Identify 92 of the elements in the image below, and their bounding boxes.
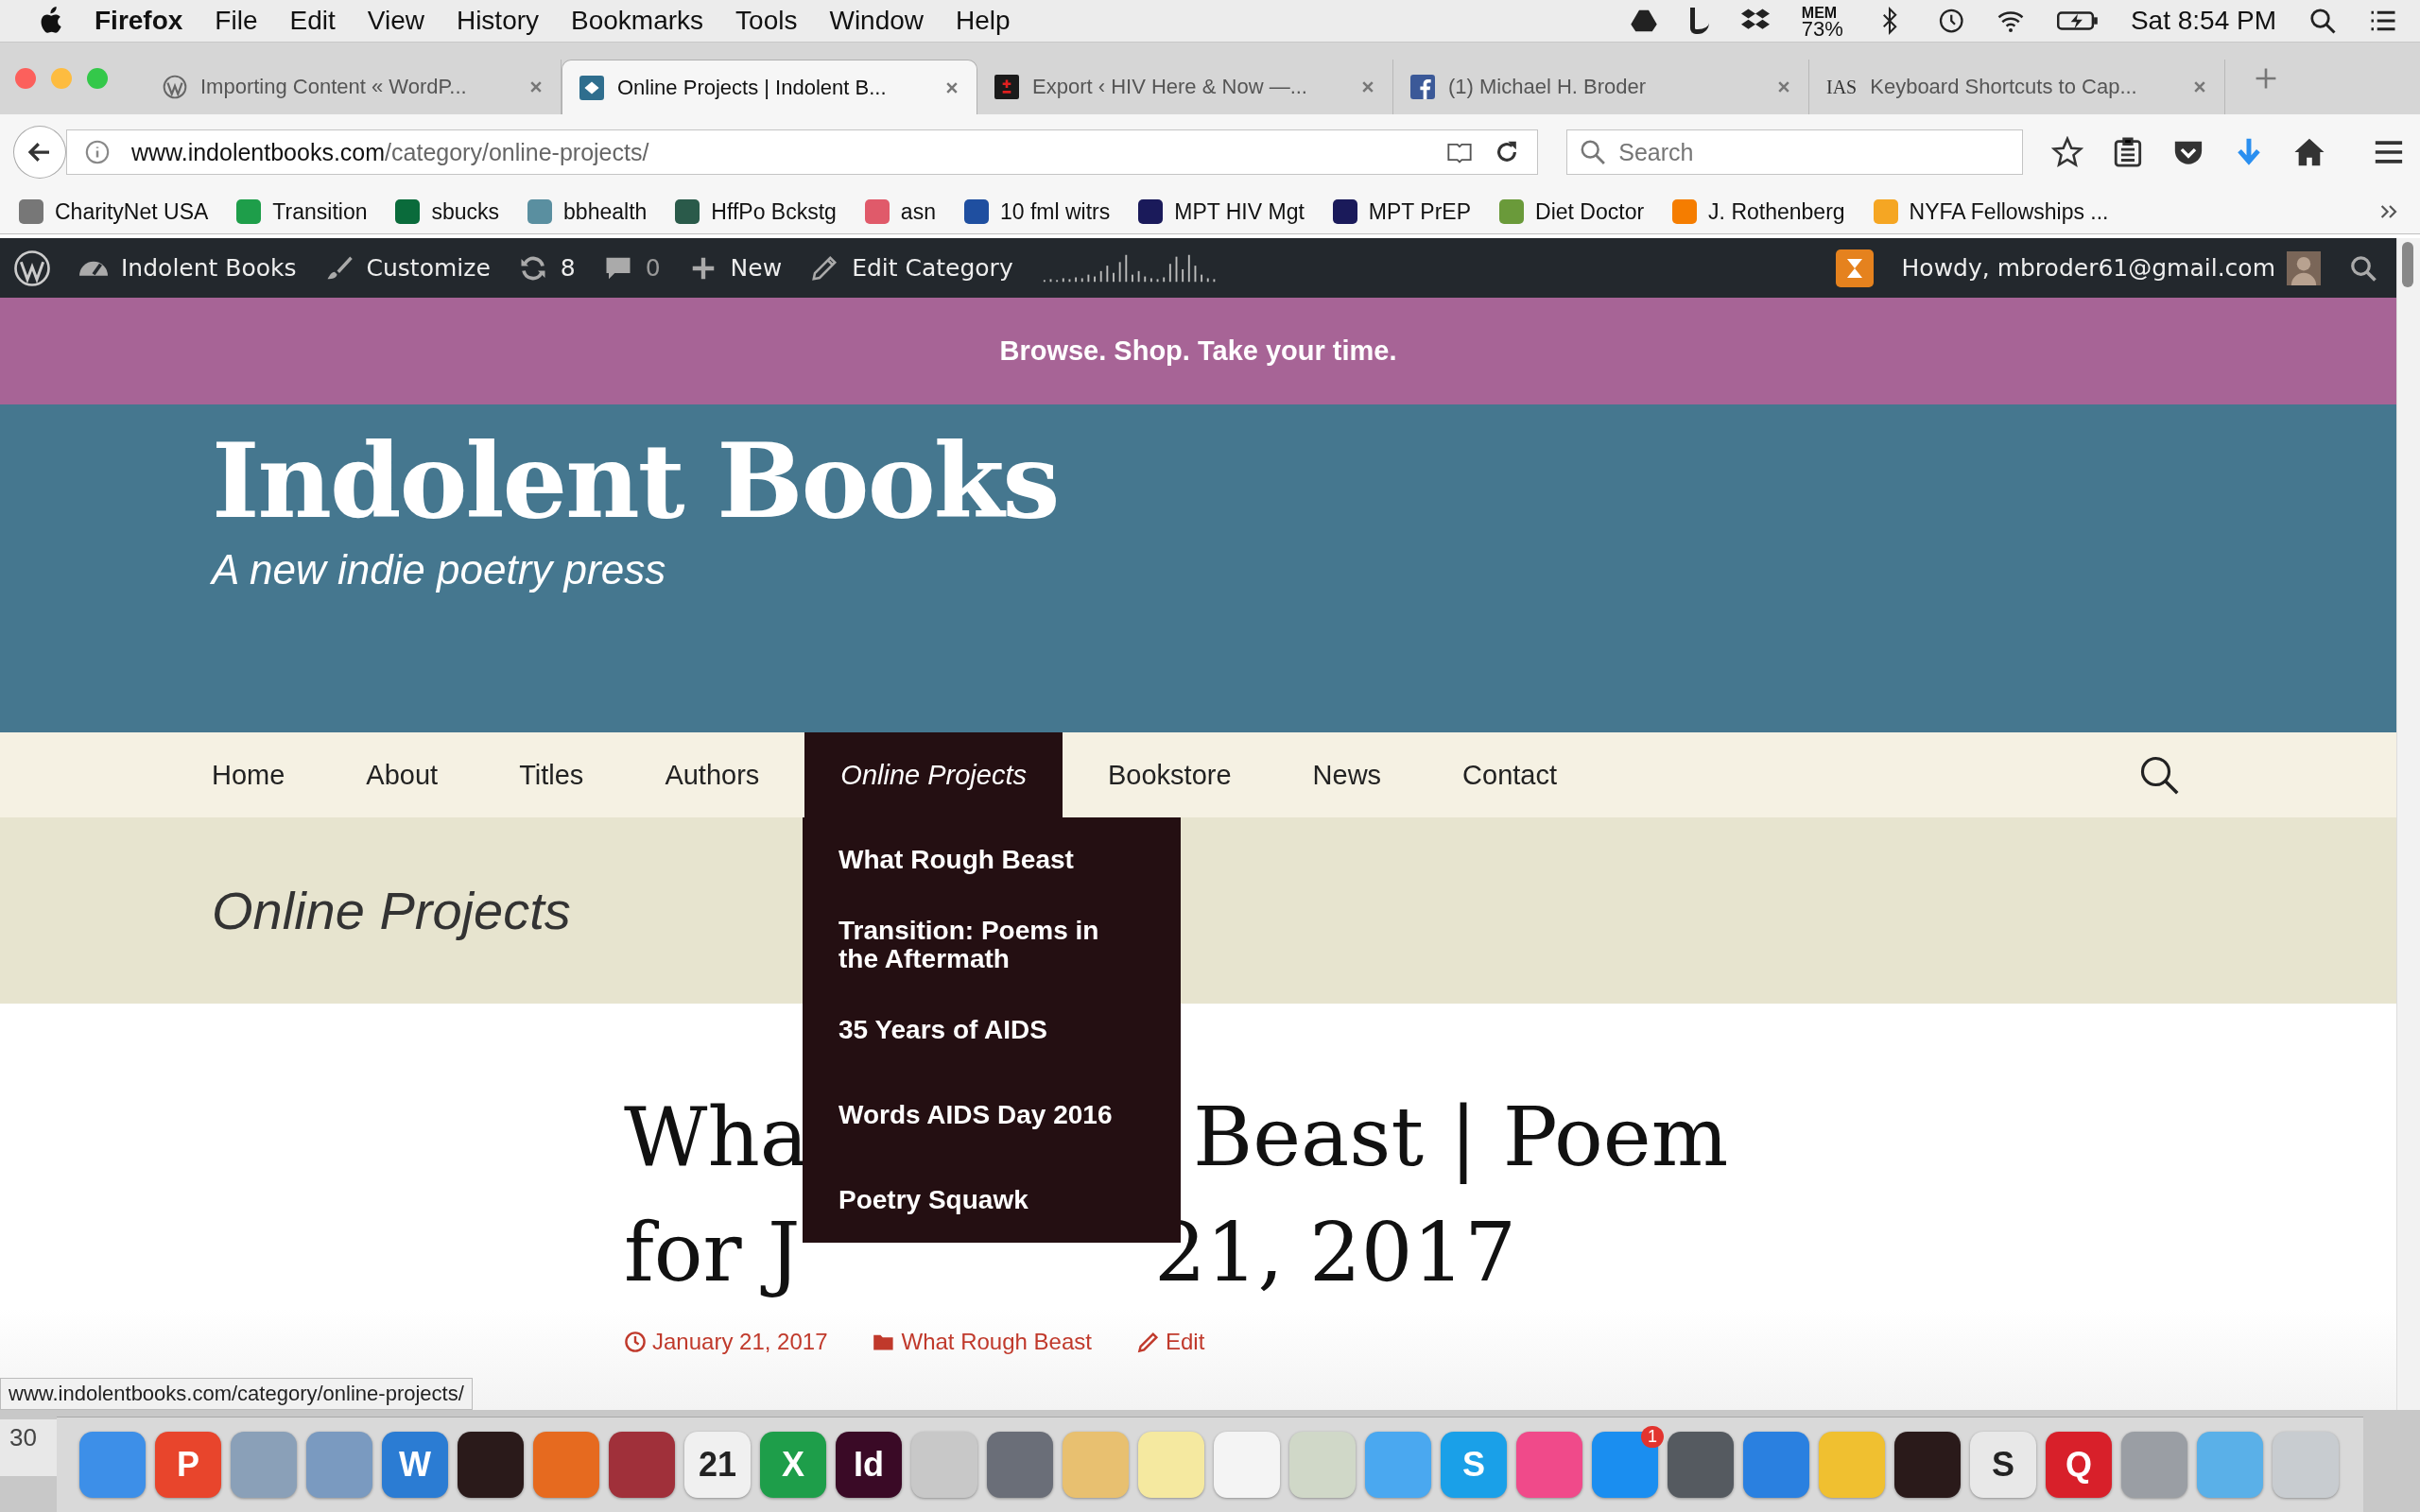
nav-item[interactable]: Contact	[1462, 732, 1594, 817]
menu-item[interactable]: Edit	[289, 6, 336, 36]
close-window-button[interactable]	[15, 68, 36, 89]
hourglass-icon[interactable]	[1835, 249, 1874, 287]
bookmark-item[interactable]: HffPo Bckstg	[675, 198, 837, 225]
pencil-icon	[1136, 1331, 1160, 1353]
nav-item[interactable]: Online Projects	[804, 732, 1063, 817]
pencil-icon	[810, 253, 839, 283]
bookmark-item[interactable]: CharityNet USA	[19, 198, 209, 225]
app-icon[interactable]	[458, 1432, 524, 1498]
tab-favicon: IAS	[1826, 76, 1858, 98]
wordpress-logo-icon[interactable]	[13, 249, 51, 287]
post-title-fragment[interactable]: Beast | Poem	[1193, 1079, 1729, 1194]
app-icon[interactable]: Id	[836, 1432, 902, 1498]
search-icon[interactable]	[2139, 755, 2179, 795]
search-field[interactable]: Search	[1566, 129, 2024, 175]
edit-link[interactable]: Edit	[1136, 1329, 1205, 1355]
dashboard-gauge-icon	[79, 260, 108, 276]
nav-item[interactable]: About	[366, 732, 475, 817]
bookmark-item[interactable]: sbucks	[395, 198, 500, 225]
admin-bar-item[interactable]: Customize	[324, 253, 491, 283]
app-icon[interactable]: S	[1970, 1432, 2036, 1498]
admin-bar-item[interactable]: New	[688, 253, 783, 283]
bookmark-item[interactable]: Diet Doctor	[1499, 198, 1645, 225]
star-icon[interactable]	[2051, 136, 2084, 168]
page-title: Online Projects	[212, 880, 571, 941]
post-date-link[interactable]: January 21, 2017	[624, 1329, 828, 1355]
home-icon[interactable]	[2293, 136, 2326, 168]
nav-item[interactable]: News	[1312, 732, 1418, 817]
close-icon[interactable]	[528, 79, 544, 94]
bookmark-item[interactable]: Transition	[236, 198, 368, 225]
menu-item[interactable]: Help	[956, 6, 1011, 36]
memory-meter[interactable]: MEM 73%	[1801, 5, 1843, 37]
app-menu[interactable]: Firefox	[95, 6, 183, 36]
app-icon[interactable]: W	[382, 1432, 448, 1498]
search-icon[interactable]	[2308, 7, 2337, 35]
bookmark-item[interactable]: asn	[864, 198, 936, 225]
close-icon[interactable]	[1776, 79, 1791, 94]
browser-tab[interactable]: Online Projects | Indolent B...	[562, 60, 977, 114]
wordpress-logo-icon	[163, 75, 187, 99]
dropdown-item[interactable]: Words AIDS Day 2016	[803, 1073, 1181, 1158]
menu-item[interactable]: File	[215, 6, 258, 36]
menu-item[interactable]: Tools	[735, 6, 798, 36]
bookmark-item[interactable]: NYFA Fellowships ...	[1873, 198, 2109, 225]
bookmark-item[interactable]: 10 fml witrs	[963, 198, 1111, 225]
dropdown-item[interactable]: Poetry Squawk	[803, 1158, 1181, 1243]
nav-item[interactable]: Home	[212, 732, 321, 817]
menu-clock[interactable]: Sat 8:54 PM	[2130, 6, 2276, 36]
bookmark-item[interactable]: MPT HIV Mgt	[1138, 198, 1305, 225]
app-icon[interactable]	[1894, 1432, 1961, 1498]
app-icon[interactable]: P	[155, 1432, 221, 1498]
admin-bar-item[interactable]: 8	[518, 253, 576, 283]
new-tab-plus-icon[interactable]	[2254, 66, 2278, 91]
site-favicon-icon	[579, 75, 604, 100]
clock-icon	[624, 1331, 647, 1353]
plus-minus-icon	[994, 75, 1019, 99]
scrollbar[interactable]	[2396, 238, 2420, 1410]
search-icon[interactable]	[2349, 253, 2377, 283]
link-preview-tooltip: www.indolentbooks.com/category/online-projects/	[0, 1378, 473, 1410]
calendar-widget-peek: 30	[0, 1419, 57, 1476]
app-icon[interactable]	[609, 1432, 675, 1498]
bookmark-item[interactable]: MPT PrEP	[1332, 198, 1472, 225]
app-icon[interactable]: Q	[2046, 1432, 2112, 1498]
facebook-logo-icon	[1410, 75, 1435, 99]
menu-item[interactable]: Window	[829, 6, 925, 36]
dropdown-item[interactable]: 35 Years of AIDS	[803, 988, 1181, 1073]
avatar-placeholder	[2287, 250, 2321, 285]
search-icon	[1580, 139, 1607, 165]
bookmark-item[interactable]: bbhealth	[527, 198, 648, 225]
nav-item[interactable]: Titles	[519, 732, 620, 817]
close-icon[interactable]	[1360, 79, 1375, 94]
nav-item[interactable]: Authors	[665, 732, 796, 817]
info-icon[interactable]	[83, 139, 111, 165]
category-link[interactable]: What Rough Beast	[873, 1329, 1092, 1355]
dropdown-item[interactable]: Transition: Poems in the Aftermath	[803, 902, 1181, 988]
admin-bar-item[interactable]: Edit Category	[810, 253, 1013, 283]
dropdown-item[interactable]: What Rough Beast	[803, 817, 1181, 902]
banner-text: Browse. Shop. Take your time.	[999, 335, 1397, 367]
menu-item[interactable]: View	[367, 6, 424, 36]
admin-bar-item[interactable]: Indolent Books	[79, 254, 297, 282]
account-menu[interactable]: Howdy, mbroder61@gmail.com	[1901, 254, 2275, 282]
bookmark-item[interactable]: J. Rothenberg	[1672, 198, 1845, 225]
url-text: www.indolentbooks.com/category/online-projects/	[130, 138, 649, 166]
back-button[interactable]	[13, 126, 66, 179]
address-bar[interactable]: www.indolentbooks.com/category/online-projects/	[65, 129, 1539, 175]
app-icon[interactable]: 21	[684, 1432, 751, 1498]
notification-badge: 1	[1641, 1426, 1664, 1448]
menu-item[interactable]: History	[456, 6, 540, 36]
nav-item[interactable]: Bookstore	[1108, 732, 1268, 817]
menu-item[interactable]: Bookmarks	[571, 6, 704, 36]
admin-bar-item[interactable]: 0	[603, 253, 661, 283]
close-icon[interactable]	[2192, 79, 2207, 94]
